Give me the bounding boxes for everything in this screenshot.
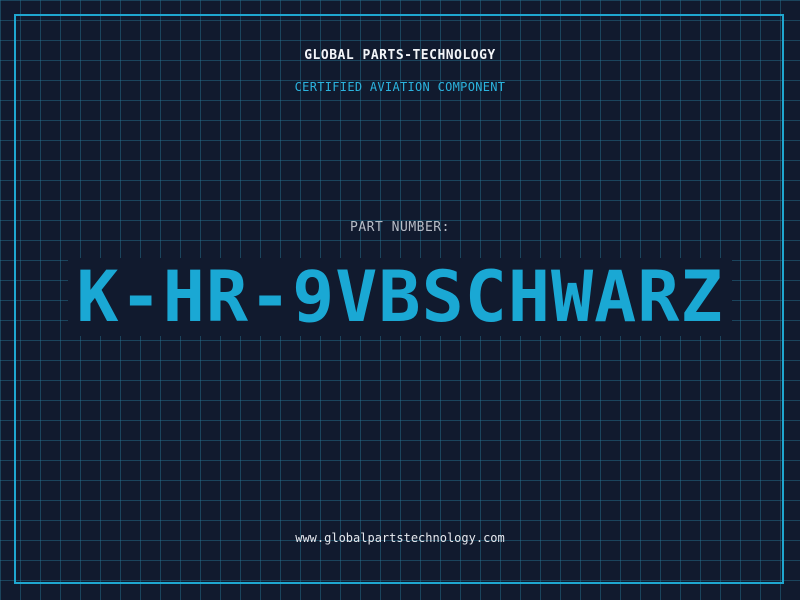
part-number-label: PART NUMBER: <box>350 220 450 235</box>
part-number-container: K-HR-9VBSCHWARZ <box>0 258 800 336</box>
company-name: GLOBAL PARTS-TECHNOLOGY <box>304 48 496 63</box>
part-number-value: K-HR-9VBSCHWARZ <box>68 258 732 336</box>
label-canvas: GLOBAL PARTS-TECHNOLOGY CERTIFIED AVIATI… <box>0 0 800 600</box>
website-url: www.globalpartstechnology.com <box>295 531 505 545</box>
certification-subtitle: CERTIFIED AVIATION COMPONENT <box>294 80 506 94</box>
